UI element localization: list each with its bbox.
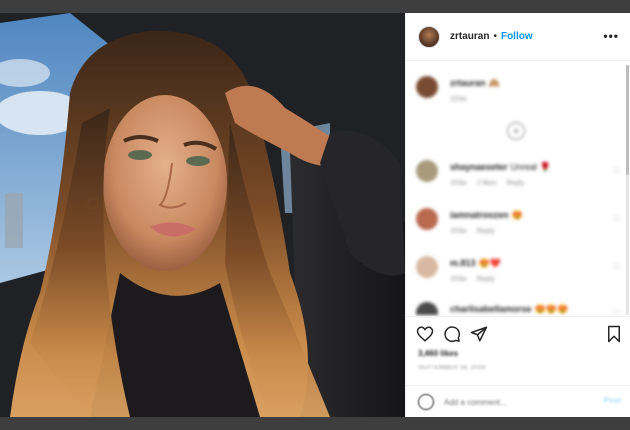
comment-username[interactable]: charlisabellamorse [450, 304, 532, 314]
comments-scroll-thumb[interactable] [626, 65, 629, 175]
more-horizontal-icon[interactable]: ••• [603, 29, 619, 43]
reply-button[interactable]: Reply [477, 228, 495, 235]
comment-username[interactable]: shaynaexeter [450, 162, 508, 172]
emoji-icon[interactable] [418, 394, 434, 410]
reply-button[interactable]: Reply [477, 276, 495, 283]
comment-time: 153w [450, 180, 467, 187]
heart-icon[interactable] [416, 325, 434, 343]
author-avatar[interactable] [418, 25, 440, 48]
comment-avatar[interactable] [416, 76, 438, 98]
reply-button[interactable]: Reply [506, 180, 524, 187]
comment-text: 😍❤️ [478, 258, 501, 268]
post-side-panel: zrtauran • Follow ••• zrtauran 🙈 153w + s… [405, 13, 630, 417]
comment-text: 😍😍😍 [534, 304, 569, 314]
comment-likes[interactable]: 2 likes [477, 180, 497, 187]
comment-avatar[interactable] [416, 256, 438, 278]
comment-username[interactable]: m.813 [450, 258, 476, 268]
comment-text: 😍 [511, 210, 523, 220]
comment-like-icon[interactable]: ♡ [613, 214, 621, 225]
comment-icon[interactable] [443, 325, 461, 343]
header-separator: • [493, 31, 497, 42]
comment-text: 🙈 [488, 78, 500, 88]
post-photo[interactable] [0, 13, 405, 417]
comment-avatar[interactable] [416, 208, 438, 230]
post-actions [406, 316, 630, 348]
comment-time: 153w [450, 228, 467, 235]
post-date[interactable]: SEPTEMBER 16, 2016 [418, 365, 485, 371]
comment-avatar[interactable] [416, 160, 438, 182]
author-username[interactable]: zrtauran [450, 31, 489, 42]
comment-like-icon[interactable]: ♡ [613, 166, 621, 177]
post-comment-button[interactable]: Post [604, 396, 621, 405]
selfie-image [0, 13, 405, 417]
comment-composer: Post [406, 385, 630, 417]
comment-time: 153w [450, 96, 467, 103]
load-more-comments-icon[interactable]: + [507, 122, 525, 140]
comment-time: 153w [450, 276, 467, 283]
likes-count[interactable]: 3,460 likes [418, 349, 458, 358]
comment-username[interactable]: zrtauran [450, 78, 486, 88]
comment-avatar[interactable] [416, 302, 438, 315]
comment-like-icon[interactable]: ♡ [613, 308, 621, 315]
comments-list[interactable]: zrtauran 🙈 153w + shaynaexeter Unreal 🌹 15… [406, 62, 630, 315]
share-icon[interactable] [470, 325, 488, 343]
comment-like-icon[interactable]: ♡ [613, 262, 621, 273]
comment-input[interactable] [444, 394, 584, 410]
bookmark-icon[interactable] [605, 325, 623, 343]
comment-text: Unreal 🌹 [510, 162, 551, 172]
comment-username[interactable]: iamnatroozen [450, 210, 509, 220]
post-header: zrtauran • Follow ••• [406, 13, 630, 61]
follow-button[interactable]: Follow [501, 31, 533, 42]
